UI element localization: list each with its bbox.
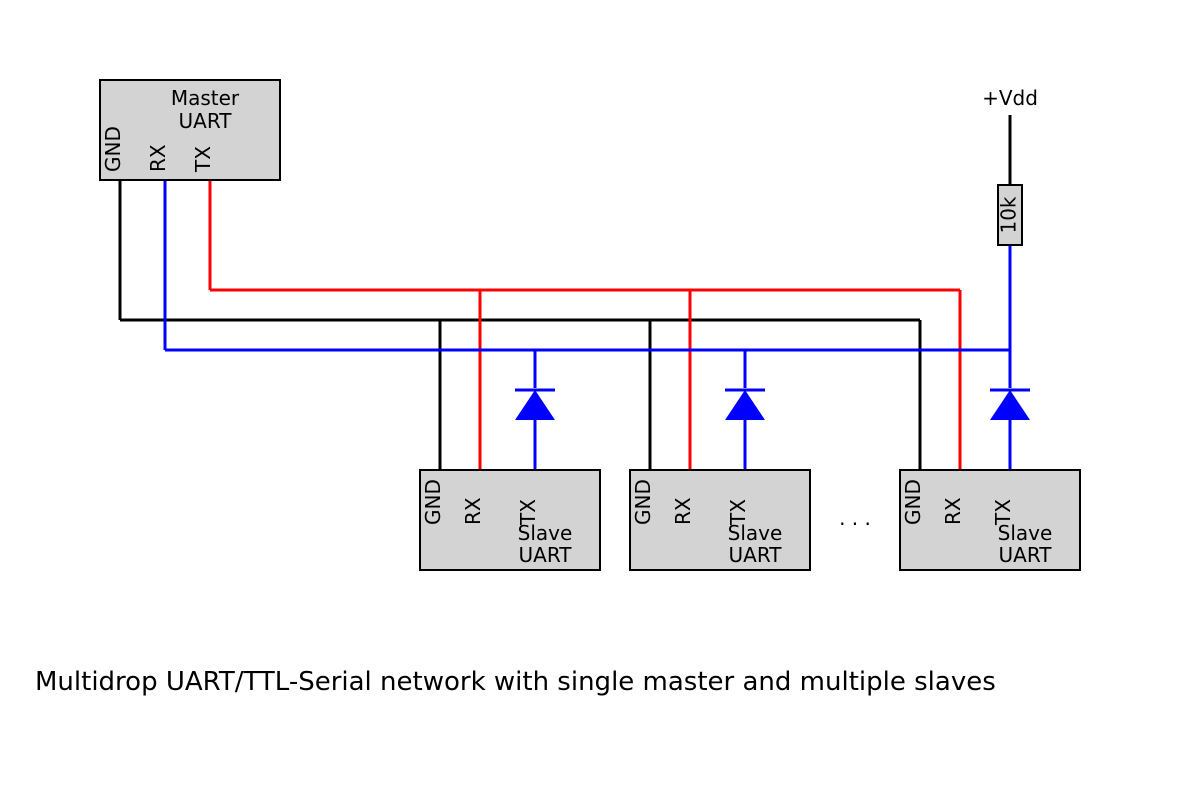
slave2-pin-rx: RX (671, 497, 695, 525)
slave1-pin-rx: RX (461, 497, 485, 525)
slave2-pin-gnd: GND (631, 479, 655, 525)
diode-slave3 (990, 390, 1030, 420)
slave-uart-block-1: GND RX TX Slave UART (420, 470, 600, 570)
master-title2: UART (179, 109, 233, 133)
slave2-title2: UART (729, 543, 783, 567)
ellipsis: . . . (839, 506, 871, 530)
slave-uart-block-3: GND RX TX Slave UART (900, 470, 1080, 570)
master-pin-gnd: GND (101, 126, 125, 172)
master-pin-rx: RX (146, 144, 170, 172)
slave1-pin-gnd: GND (421, 479, 445, 525)
slave3-pin-rx: RX (941, 497, 965, 525)
slave3-title2: UART (999, 543, 1053, 567)
slave3-title1: Slave (998, 521, 1053, 545)
schematic: 10k +Vdd Master UART GND RX TX GND RX TX… (0, 0, 1200, 800)
diagram-caption: Multidrop UART/TTL-Serial network with s… (35, 667, 996, 697)
slave1-title1: Slave (518, 521, 573, 545)
resistor-label: 10k (997, 196, 1021, 233)
diode-slave1 (515, 390, 555, 420)
slave1-title2: UART (519, 543, 573, 567)
master-pin-tx: TX (191, 146, 215, 173)
slave2-title1: Slave (728, 521, 783, 545)
master-title1: Master (171, 86, 240, 110)
diode-slave2 (725, 390, 765, 420)
slave3-pin-gnd: GND (901, 479, 925, 525)
slave-uart-block-2: GND RX TX Slave UART (630, 470, 810, 570)
master-uart-block: Master UART GND RX TX (100, 80, 280, 180)
vdd-label: +Vdd (982, 86, 1038, 110)
